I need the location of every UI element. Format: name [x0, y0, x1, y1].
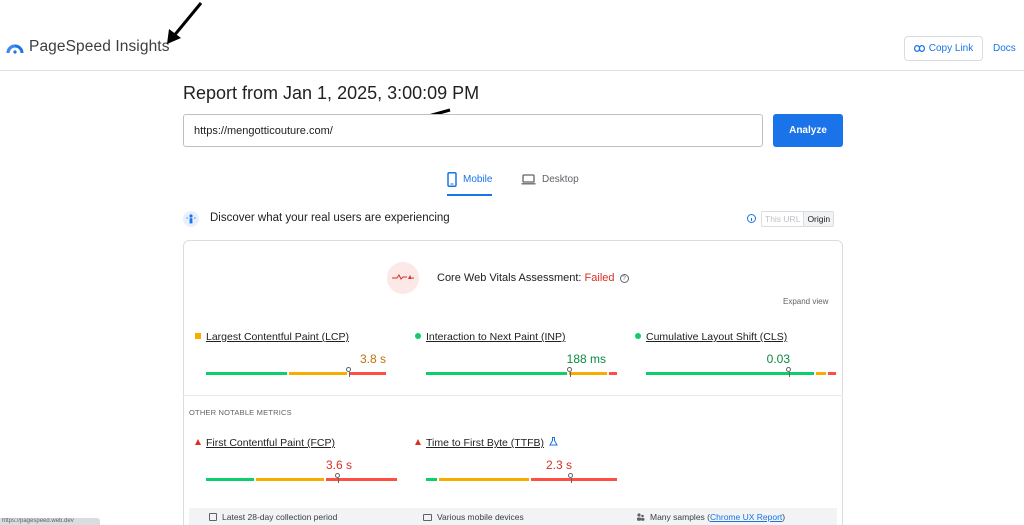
copy-link-label: Copy Link — [928, 43, 974, 54]
app-logo[interactable]: PageSpeed Insights — [6, 38, 170, 56]
toggle-origin[interactable]: Origin — [803, 212, 834, 226]
docs-link[interactable]: Docs — [993, 43, 1016, 54]
metric-label[interactable]: Largest Contentful Paint (LCP) — [206, 331, 349, 343]
distribution-bar — [646, 372, 836, 375]
distribution-bar — [426, 372, 617, 375]
poor-triangle-icon — [195, 439, 201, 445]
metric-lcp: Largest Contentful Paint (LCP) 3.8 s — [195, 331, 386, 379]
p75-marker — [346, 367, 351, 377]
metric-label-text[interactable]: Time to First Byte (TTFB) — [426, 437, 544, 449]
metric-label[interactable]: Cumulative Layout Shift (CLS) — [646, 331, 787, 343]
footer-collection-text: Latest 28-day collection period — [222, 512, 338, 522]
info-icon[interactable] — [747, 214, 756, 223]
tab-selected-indicator — [447, 194, 493, 196]
metric-inp: Interaction to Next Paint (INP) 188 ms — [415, 331, 617, 379]
footer-collection-period: Latest 28-day collection period — [209, 512, 337, 522]
metric-label: Time to First Byte (TTFB) — [426, 437, 558, 449]
chrome-ux-report-link[interactable]: Chrome UX Report — [710, 512, 782, 522]
devices-icon — [423, 513, 432, 521]
link-icon — [913, 45, 925, 52]
footer-devices-text: Various mobile devices — [437, 512, 524, 522]
metric-label[interactable]: First Contentful Paint (FCP) — [206, 437, 335, 449]
metric-value: 188 ms — [566, 352, 606, 366]
metric-cls: Cumulative Layout Shift (CLS) 0.03 — [635, 331, 836, 379]
cwv-assessment-status: Failed — [584, 272, 615, 284]
app-title: PageSpeed Insights — [29, 38, 170, 55]
report-title: Report from Jan 1, 2025, 3:00:09 PM — [183, 83, 480, 103]
metric-label[interactable]: Interaction to Next Paint (INP) — [426, 331, 565, 343]
footer-devices: Various mobile devices — [423, 512, 524, 522]
section-divider — [183, 395, 843, 396]
cwv-assessment-label: Core Web Vitals Assessment: — [437, 272, 585, 284]
laptop-icon — [521, 173, 536, 184]
metric-fcp: First Contentful Paint (FCP) 3.6 s — [195, 437, 397, 485]
metric-value: 2.3 s — [545, 458, 572, 472]
calendar-icon — [209, 513, 217, 521]
metric-value: 3.8 s — [359, 352, 386, 366]
good-circle-icon — [635, 333, 641, 339]
distribution-bar — [206, 478, 397, 481]
distribution-bar — [206, 372, 386, 375]
url-origin-toggle[interactable]: This URL Origin — [761, 211, 835, 227]
p75-marker — [335, 473, 340, 483]
pagespeed-logo-icon — [6, 44, 24, 54]
mobile-phone-icon — [447, 171, 457, 187]
good-circle-icon — [415, 333, 421, 339]
footer-samples-prefix: Many samples ( — [650, 512, 710, 522]
metric-ttfb: Time to First Byte (TTFB) 2.3 s — [415, 437, 617, 485]
discover-heading: Discover what your real users are experi… — [210, 212, 450, 224]
average-square-icon — [195, 333, 201, 339]
p75-marker — [567, 367, 572, 377]
cwv-failed-badge-icon — [387, 262, 419, 294]
copy-link-button[interactable]: Copy Link — [904, 36, 983, 61]
footer-samples-suffix: ) — [782, 512, 786, 522]
experimental-flask-icon — [549, 437, 558, 446]
analyze-button[interactable]: Analyze — [773, 114, 843, 147]
metric-value: 0.03 — [766, 352, 790, 366]
tab-mobile[interactable]: Mobile — [447, 168, 493, 196]
distribution-bar — [426, 478, 617, 481]
cwv-assessment: Core Web Vitals Assessment: Failed? — [437, 272, 629, 284]
p75-marker — [568, 473, 573, 483]
tab-mobile-label: Mobile — [463, 173, 493, 185]
footer-samples: Many samples (Chrome UX Report) — [636, 512, 785, 522]
p75-marker — [786, 367, 791, 377]
expand-view-button[interactable]: Expand view — [783, 297, 828, 306]
tab-desktop[interactable]: Desktop — [521, 168, 579, 190]
status-bar-url: https://pagespeed.web.dev — [0, 518, 100, 525]
top-bar — [0, 0, 1024, 71]
people-icon — [637, 513, 645, 521]
users-icon — [183, 211, 199, 227]
other-metrics-heading: OTHER NOTABLE METRICS — [189, 408, 292, 417]
tab-desktop-label: Desktop — [542, 173, 579, 185]
poor-triangle-icon — [415, 439, 421, 445]
toggle-this-url[interactable]: This URL — [762, 212, 803, 226]
metric-value: 3.6 s — [325, 458, 352, 472]
url-input[interactable] — [183, 114, 763, 147]
help-icon[interactable]: ? — [619, 274, 629, 283]
